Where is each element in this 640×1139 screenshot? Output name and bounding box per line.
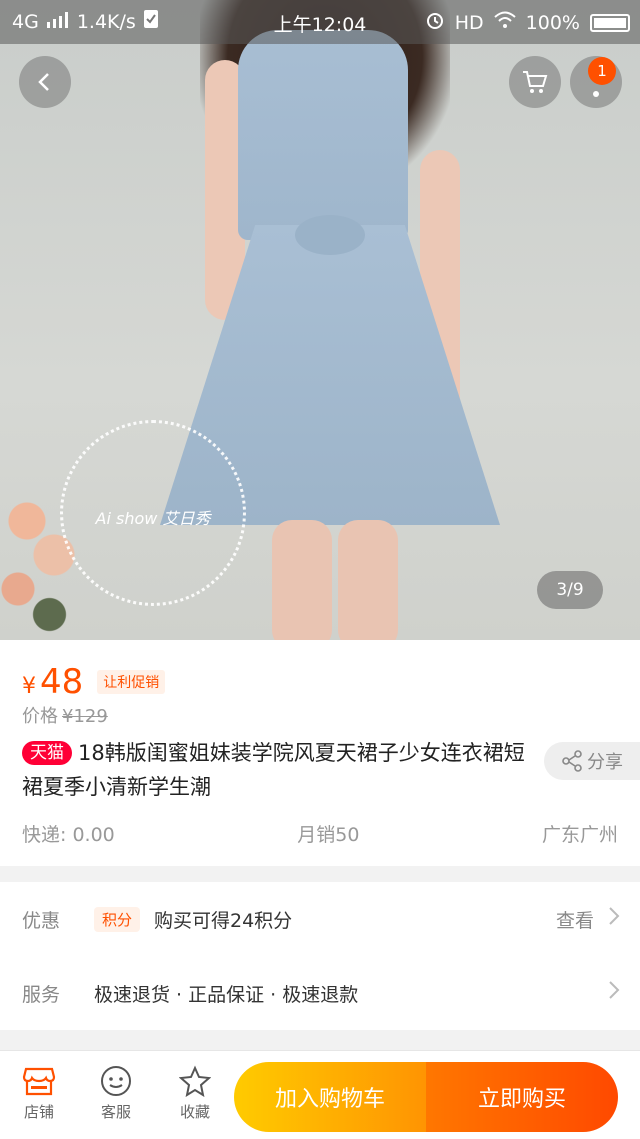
customer-service-icon [86, 1061, 146, 1101]
original-price: ¥129 [62, 706, 108, 727]
bottom-action-bar: 店铺 客服 收藏 加入购物车 立即购买 [0, 1050, 640, 1139]
product-title: 天猫 18韩版闺蜜姐妹装学院风夏天裙子少女连衣裙短裙夏季小清新学生潮 [22, 736, 527, 804]
services-text: 极速退货 · 正品保证 · 极速退款 [94, 983, 359, 1006]
benefits-label: 优惠 [22, 909, 61, 932]
chevron-right-icon [608, 906, 620, 932]
customer-service-button[interactable]: 客服 [86, 1061, 146, 1122]
shipping-fee: 快递: 0.00 [22, 824, 115, 846]
battery-icon [590, 13, 630, 32]
benefits-services-card: 优惠 积分 购买可得24积分 查看 服务 极速退货 · 正品保证 · 极速退款 [0, 882, 640, 1030]
tmall-tag: 天猫 [22, 741, 72, 765]
add-to-cart-button[interactable]: 加入购物车 [234, 1062, 426, 1132]
original-price-label: 价格 [22, 706, 58, 727]
customer-service-label: 客服 [100, 1103, 131, 1121]
cart-button[interactable] [509, 56, 561, 108]
image-leg-right [338, 520, 398, 640]
current-price: 48 [40, 662, 84, 702]
product-info-card: ¥ 48 让利促销 价格 ¥129 天猫 18韩版闺蜜姐妹装学院风夏天裙子少女连衣裙… [0, 640, 640, 866]
benefits-text: 购买可得24积分 [154, 909, 293, 932]
image-dress-bow [295, 215, 365, 255]
message-badge: 1 [588, 57, 616, 85]
price-row: ¥ 48 让利促销 [22, 662, 166, 702]
share-icon [562, 750, 582, 772]
more-dot-icon [593, 91, 599, 97]
share-label: 分享 [587, 752, 623, 773]
services-label: 服务 [22, 983, 61, 1006]
original-price-row: 价格 ¥129 [22, 702, 108, 728]
image-dress-top [238, 30, 408, 240]
buy-now-button[interactable]: 立即购买 [426, 1062, 618, 1132]
favorite-label: 收藏 [179, 1103, 210, 1121]
promo-tag: 让利促销 [97, 670, 166, 694]
ship-location: 广东广州 [541, 824, 618, 846]
points-tag: 积分 [94, 906, 141, 932]
monthly-sales: 月销50 [297, 824, 360, 846]
shop-button[interactable]: 店铺 [9, 1061, 69, 1122]
star-icon [165, 1061, 225, 1101]
back-button[interactable] [19, 56, 71, 108]
benefits-row[interactable]: 优惠 积分 购买可得24积分 查看 [0, 882, 640, 956]
image-leg-left [272, 520, 332, 640]
services-row[interactable]: 服务 极速退货 · 正品保证 · 极速退款 [0, 956, 640, 1030]
hd-indicator: HD [454, 11, 484, 34]
wifi-icon [494, 11, 516, 34]
image-counter: 3/9 [537, 571, 603, 609]
shop-label: 店铺 [23, 1103, 54, 1121]
back-arrow-icon [38, 73, 49, 91]
cart-icon [523, 71, 548, 93]
share-button[interactable]: 分享 [544, 742, 640, 780]
product-meta: 快递: 0.00 月销50 广东广州 [22, 820, 618, 847]
shop-icon [9, 1061, 69, 1101]
alarm-icon [425, 10, 445, 35]
battery-percent: 100% [525, 11, 580, 34]
product-title-text: 18韩版闺蜜姐妹装学院风夏天裙子少女连衣裙短裙夏季小清新学生潮 [22, 741, 525, 799]
image-watermark-logo: Ai show 艾日秀 [60, 420, 246, 606]
favorite-button[interactable]: 收藏 [165, 1061, 225, 1122]
status-bar: 4G 1.4K/s 上午12:04 HD 100% [0, 0, 640, 44]
benefits-view-link[interactable]: 查看 [556, 906, 594, 933]
currency-symbol: ¥ [22, 674, 36, 699]
chevron-right-icon [608, 980, 620, 1006]
watermark-text: Ai show 艾日秀 [95, 509, 211, 528]
